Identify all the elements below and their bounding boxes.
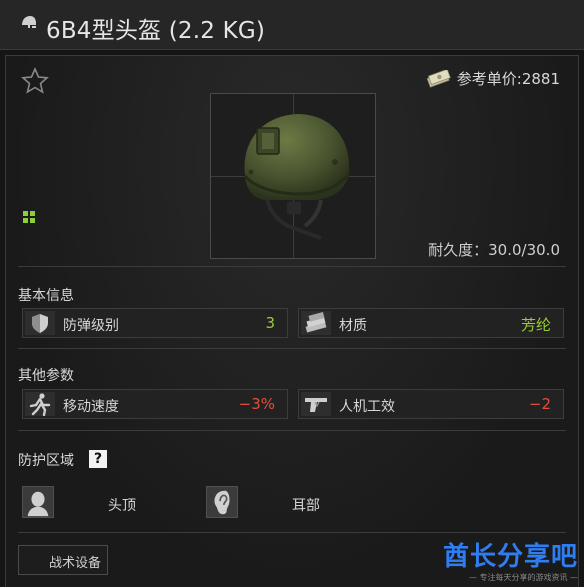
section-title-other: 其他参数 bbox=[18, 368, 74, 384]
tab-label: 战术设备 bbox=[49, 556, 102, 571]
running-icon bbox=[25, 392, 55, 416]
item-preview bbox=[210, 93, 376, 259]
money-icon bbox=[426, 69, 451, 88]
ear-icon bbox=[206, 486, 238, 518]
title-bar: 6B4型头盔 (2.2 KG) bbox=[0, 0, 584, 50]
stat-label: 移动速度 bbox=[63, 399, 119, 415]
section-title-protection: 防护区域 bbox=[18, 453, 74, 469]
section-title-basic: 基本信息 bbox=[18, 288, 74, 304]
stat-label: 人机工效 bbox=[339, 399, 395, 415]
window-title: 6B4型头盔 (2.2 KG) bbox=[46, 18, 266, 44]
stat-label: 材质 bbox=[339, 318, 367, 334]
zone-ears: 耳部 bbox=[206, 486, 346, 520]
stat-label: 防弹级别 bbox=[63, 318, 119, 334]
zone-head-top: 头顶 bbox=[22, 486, 162, 520]
item-panel: 参考单价: 2881 耐久度：30.0/30.0 基本信息 防弹级别 3 材质 … bbox=[5, 55, 579, 587]
price-display: 参考单价: 2881 bbox=[425, 68, 560, 89]
watermark-subtitle: — 专注每天分享的游戏资讯 — bbox=[468, 573, 578, 582]
stat-move-speed: 移动速度 −3% bbox=[22, 389, 288, 419]
divider bbox=[18, 348, 566, 349]
stat-value: −2 bbox=[528, 395, 551, 413]
stat-value: 3 bbox=[265, 314, 275, 332]
divider bbox=[18, 430, 566, 431]
stat-value: 芳纶 bbox=[520, 316, 551, 334]
help-button[interactable]: ? bbox=[89, 450, 107, 468]
price-label: 参考单价: bbox=[456, 70, 522, 88]
star-icon[interactable] bbox=[20, 66, 50, 96]
tab-tactical-gear[interactable]: 战术设备 bbox=[18, 545, 108, 575]
divider bbox=[18, 532, 566, 533]
durability-text: 耐久度：30.0/30.0 bbox=[428, 241, 560, 259]
watermark-title: 酋长分享吧 bbox=[442, 542, 578, 572]
zone-label: 耳部 bbox=[292, 498, 320, 514]
shield-icon bbox=[25, 311, 55, 335]
helmet-icon bbox=[22, 16, 36, 28]
watermark: 酋长分享吧 — 专注每天分享的游戏资讯 — bbox=[443, 536, 578, 583]
material-icon bbox=[301, 311, 331, 335]
head-icon bbox=[22, 486, 54, 518]
zone-label: 头顶 bbox=[108, 498, 136, 514]
price-value: 2881 bbox=[521, 69, 560, 88]
divider bbox=[18, 266, 566, 267]
stat-value: −3% bbox=[238, 395, 275, 413]
stat-material: 材质 芳纶 bbox=[298, 308, 564, 338]
pistol-icon bbox=[301, 392, 331, 416]
grid-icon bbox=[23, 211, 35, 223]
stat-armor-class: 防弹级别 3 bbox=[22, 308, 288, 338]
helmet-image bbox=[243, 114, 351, 240]
stat-ergonomics: 人机工效 −2 bbox=[298, 389, 564, 419]
